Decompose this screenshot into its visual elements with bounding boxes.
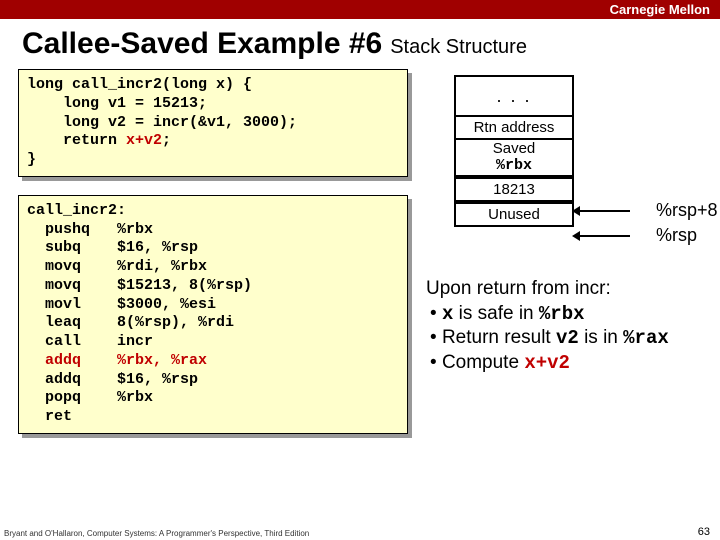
asm-line: addq $16, %rsp [27, 371, 198, 388]
saved-label: Saved [493, 140, 536, 157]
note-reg: %rbx [539, 303, 585, 325]
asm-code-box: call_incr2: pushq %rbx subq $16, %rsp mo… [18, 195, 408, 434]
arrow-rsp8 [578, 210, 630, 212]
c-line: } [27, 151, 36, 168]
c-line: ; [162, 132, 171, 149]
label-rsp8: %rsp+8 [656, 200, 718, 221]
note-text: is in [579, 327, 623, 348]
note-var: x [442, 303, 453, 325]
asm-line: movq $15213, 8(%rsp) [27, 277, 252, 294]
stack-cell-rtn: Rtn address [454, 115, 574, 140]
header-bar: Carnegie Mellon [0, 0, 720, 19]
label-rsp: %rsp [656, 225, 697, 246]
note-var: v2 [556, 327, 579, 349]
notes: Upon return from incr: x is safe in %rbx… [426, 277, 702, 376]
c-line: long v2 = incr(&v1, 3000); [27, 114, 297, 131]
stack-cells: . . . Rtn address Saved %rbx 18213 Unuse… [454, 75, 574, 227]
stack-cell-v1: 18213 [454, 177, 574, 202]
page-title: Callee-Saved Example #6 [22, 27, 382, 61]
arrow-rsp [578, 235, 630, 237]
c-expr: x+v2 [126, 132, 162, 149]
stack-cell-unused: Unused [454, 202, 574, 227]
asm-line: leaq 8(%rsp), %rdi [27, 314, 234, 331]
footer-credit: Bryant and O'Hallaron, Computer Systems:… [4, 529, 309, 538]
left-column: long call_incr2(long x) { long v1 = 1521… [18, 69, 408, 452]
asm-line: call incr [27, 333, 153, 350]
asm-line: call_incr2: [27, 202, 126, 219]
right-column: . . . Rtn address Saved %rbx 18213 Unuse… [426, 69, 702, 452]
asm-line: pushq %rbx [27, 221, 153, 238]
content: long call_incr2(long x) { long v1 = 1521… [0, 65, 720, 452]
dots: . . . [496, 86, 531, 107]
note-text: is safe in [453, 303, 539, 324]
stack-cell-dots: . . . [454, 75, 574, 115]
brand: Carnegie Mellon [610, 2, 710, 17]
asm-reg: %rax [171, 352, 207, 369]
note-item: Return result v2 is in %rax [430, 326, 702, 351]
saved-reg: %rbx [496, 157, 532, 174]
asm-line: movq %rdi, %rbx [27, 258, 207, 275]
note-text: Return result [442, 327, 556, 348]
stack-cell-saved: Saved %rbx [454, 140, 574, 177]
notes-heading: Upon return from incr: [426, 277, 702, 302]
c-line: long call_incr2(long x) { [27, 76, 252, 93]
title-row: Callee-Saved Example #6 Stack Structure [0, 19, 720, 65]
c-line: long v1 = 15213; [27, 95, 207, 112]
c-line: return [27, 132, 126, 149]
asm-line: ret [27, 408, 72, 425]
page-number: 63 [698, 526, 710, 538]
notes-list: x is safe in %rbx Return result v2 is in… [426, 302, 702, 376]
note-expr: x+v2 [524, 352, 570, 374]
asm-line: subq $16, %rsp [27, 239, 198, 256]
note-item: x is safe in %rbx [430, 302, 702, 327]
page-subtitle: Stack Structure [390, 36, 527, 59]
c-code-box: long call_incr2(long x) { long v1 = 1521… [18, 69, 408, 177]
note-text: Compute [442, 352, 524, 373]
asm-line: popq %rbx [27, 389, 153, 406]
stack-diagram: . . . Rtn address Saved %rbx 18213 Unuse… [426, 75, 702, 265]
asm-line-red: addq %rbx, [27, 352, 171, 369]
asm-line: movl $3000, %esi [27, 296, 216, 313]
note-item: Compute x+v2 [430, 351, 702, 376]
note-reg: %rax [623, 327, 669, 349]
